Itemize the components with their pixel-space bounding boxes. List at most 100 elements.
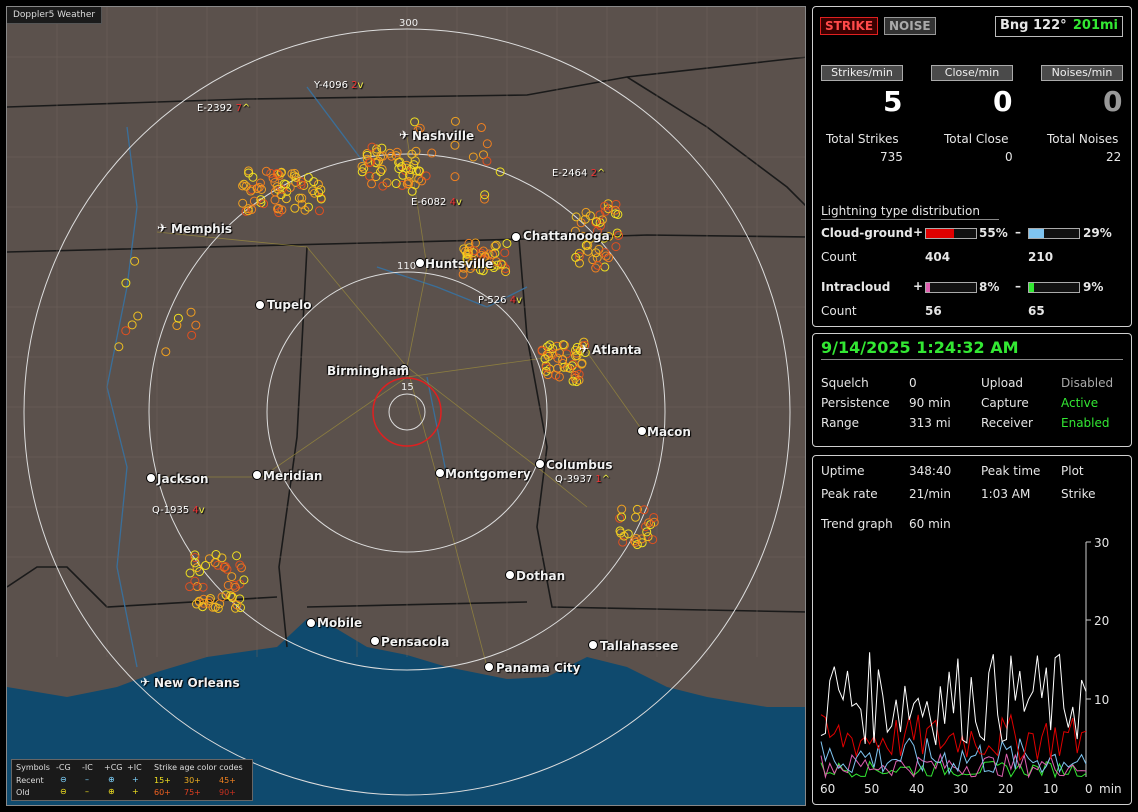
strike-marker	[617, 504, 627, 514]
strike-marker	[592, 253, 602, 263]
x-tick-label: 10	[1043, 782, 1059, 796]
range-value: 313 mi	[909, 416, 951, 430]
x-tick-label: 40	[909, 782, 925, 796]
noises-per-min: 0	[1103, 85, 1123, 118]
strike-marker	[187, 330, 197, 340]
strike-marker	[591, 263, 601, 273]
city-dot	[306, 618, 316, 628]
upload-value: Disabled	[1061, 376, 1114, 390]
ic-plus-sign: +	[913, 279, 924, 293]
storm-id: E-6082 4v	[411, 197, 462, 208]
strike-marker	[201, 561, 211, 571]
symbol-legend: Symbols -CG -IC +CG +IC Strike age color…	[11, 759, 253, 801]
upload-label: Upload	[981, 376, 1024, 390]
strike-marker	[631, 512, 641, 522]
city-label: Columbus	[546, 458, 613, 472]
city-label: Chattanooga	[523, 229, 610, 243]
strike-stats-panel: STRIKE NOISE Bng 122° 201mi Strikes/min …	[812, 6, 1132, 327]
strike-marker	[303, 172, 313, 182]
strike-marker	[421, 171, 431, 181]
cg-minus-bar	[1028, 228, 1080, 239]
plot-value[interactable]: Strike	[1061, 487, 1096, 501]
receiver-label: Receiver	[981, 416, 1033, 430]
strike-marker	[313, 179, 323, 189]
ic-plus-pct: 8%	[979, 280, 1000, 294]
map-title: Doppler5 Weather	[7, 7, 103, 24]
strike-marker	[309, 177, 319, 187]
cg-plus-pct: 55%	[979, 226, 1008, 240]
legend-symbol: +	[132, 787, 139, 796]
squelch-label: Squelch	[821, 376, 869, 390]
close-per-min-header: Close/min	[931, 65, 1013, 81]
city-dot	[505, 570, 515, 580]
strike-marker	[414, 174, 424, 184]
strike-marker	[367, 142, 377, 152]
cg-label: Cloud-ground	[821, 226, 913, 240]
datetime: 9/14/2025 1:24:32 AM	[821, 338, 1019, 357]
close-per-min: 0	[993, 85, 1013, 118]
city-label: Panama City	[496, 661, 581, 675]
ic-plus-bar	[925, 282, 977, 293]
legend-recent: Recent	[16, 776, 44, 785]
legend-age: 90+	[219, 788, 236, 797]
strike-marker	[482, 156, 492, 166]
county-lines	[7, 7, 805, 657]
storm-id: P-526 4v	[478, 295, 522, 306]
cg-plus-bar	[925, 228, 977, 239]
storm-id: Y-4096 2v	[314, 80, 364, 91]
legend-col: +IC	[127, 763, 142, 772]
squelch-value: 0	[909, 376, 917, 390]
y-tick-label: 10	[1094, 693, 1110, 707]
distribution-title: Lightning type distribution	[821, 204, 980, 218]
strike-marker	[410, 117, 420, 127]
city-label: Mobile	[317, 616, 363, 630]
capture-value: Active	[1061, 396, 1099, 410]
noises-per-min-header: Noises/min	[1041, 65, 1123, 81]
ic-minus-bar	[1028, 282, 1080, 293]
strike-marker	[191, 320, 201, 330]
ic-count-label: Count	[821, 304, 857, 318]
strike-marker	[617, 512, 627, 522]
strike-marker	[133, 311, 143, 321]
map-graphics	[7, 7, 805, 805]
x-tick-label: 30	[953, 782, 969, 796]
city-label: Meridian	[263, 469, 323, 483]
strike-button[interactable]: STRIKE	[820, 17, 879, 35]
strike-marker	[185, 568, 195, 578]
city-label: Dothan	[516, 569, 566, 583]
legend-symbol: –	[85, 775, 89, 784]
ring-label-outer: 300	[399, 18, 419, 29]
ic-label: Intracloud	[821, 280, 891, 294]
storm-id: E-2464 2^	[552, 168, 606, 179]
x-tick-label: 50	[864, 782, 880, 796]
legend-age-title: Strike age color codes	[154, 763, 243, 772]
strike-marker	[593, 260, 603, 270]
legend-symbol: ⊕	[108, 775, 115, 784]
strike-marker	[500, 248, 510, 258]
total-noises: 22	[1106, 150, 1122, 164]
strike-marker	[211, 550, 221, 560]
divider	[821, 359, 1123, 360]
lightning-map[interactable]: Doppler5 Weather 300 110 15 ✈ Nashville …	[6, 6, 806, 806]
strike-marker	[223, 580, 233, 590]
storm-id: Q-1935 4v	[152, 505, 205, 516]
city-dot	[484, 662, 494, 672]
strike-marker	[121, 278, 131, 288]
legend-col: -IC	[82, 763, 93, 772]
x-tick-label: 60	[820, 782, 836, 796]
peak-time-label: Peak time	[981, 464, 1041, 478]
legend-symbol: +	[132, 775, 139, 784]
legend-symbol: –	[85, 787, 89, 796]
city-dot	[511, 232, 521, 242]
strike-marker	[217, 553, 227, 563]
y-tick-label: 30	[1094, 536, 1110, 550]
city-label: Nashville	[412, 129, 475, 143]
total-noises-label: Total Noises	[1047, 132, 1119, 146]
cg-count-label: Count	[821, 250, 857, 264]
strike-marker	[270, 195, 280, 205]
strike-marker	[450, 116, 460, 126]
total-close-label: Total Close	[944, 132, 1009, 146]
peak-time-value: 1:03 AM	[981, 487, 1031, 501]
storm-id: E-2392 7^	[197, 103, 251, 114]
noise-button[interactable]: NOISE	[884, 17, 936, 35]
